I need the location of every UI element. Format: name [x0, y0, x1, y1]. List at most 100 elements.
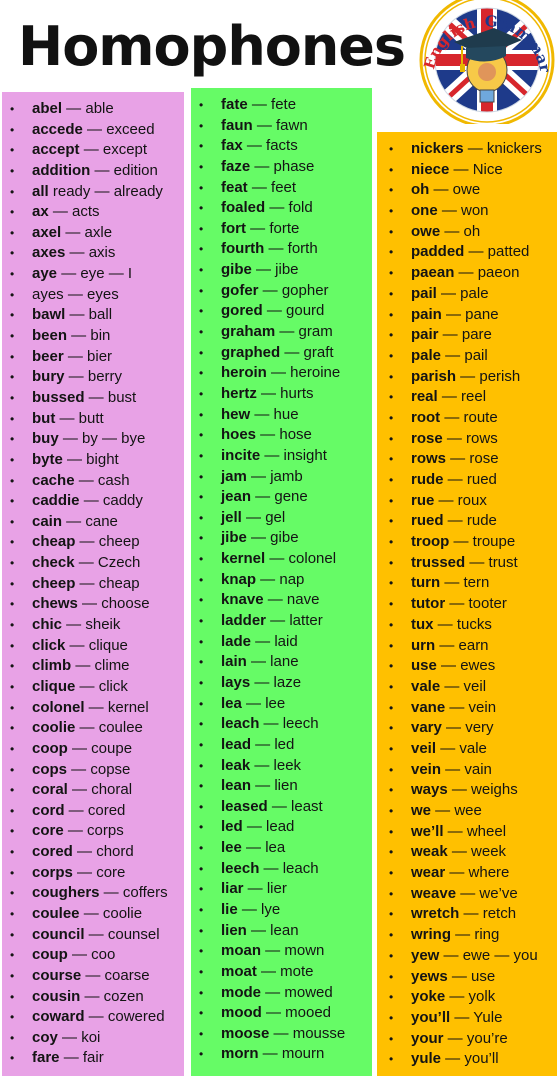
- homophone-word: heroin: [221, 364, 267, 382]
- homophones-column-1: • abel — able • accede — exceed • accept — ex…: [2, 92, 184, 1076]
- homophone-pair: — counsel: [84, 925, 160, 943]
- bullet-icon: •: [10, 906, 15, 921]
- homophone-word: lea: [221, 694, 242, 712]
- homophone-pair: — caddy: [79, 492, 143, 510]
- homophone-word: lean: [221, 777, 252, 795]
- homophone-word: beer: [32, 347, 64, 365]
- bullet-icon: •: [389, 762, 394, 777]
- homophone-item: • yule — you’ll: [377, 1049, 557, 1070]
- homophone-item: • parish — perish: [377, 367, 557, 388]
- homophone-item: • knap — nap: [191, 570, 372, 591]
- homophone-word: your: [411, 1029, 444, 1047]
- homophone-word: coral: [32, 781, 68, 799]
- homophone-item: • coulee — coolie: [2, 904, 184, 925]
- bullet-icon: •: [10, 762, 15, 777]
- bullet-icon: •: [199, 593, 204, 608]
- bullet-icon: •: [199, 902, 204, 917]
- bullet-icon: •: [10, 721, 15, 736]
- homophone-item: • wring — ring: [377, 925, 557, 946]
- homophone-item: • troop — troupe: [377, 532, 557, 553]
- bullet-icon: •: [199, 923, 204, 938]
- homophone-item: • all ready — already: [2, 182, 184, 203]
- homophone-word: faun: [221, 116, 253, 134]
- homophone-item: • we — wee: [377, 801, 557, 822]
- homophone-item: • wear — where: [377, 863, 557, 884]
- homophone-pair: — lea: [241, 839, 286, 857]
- homophone-pair: — pane: [441, 305, 499, 323]
- homophone-word: vein: [411, 760, 442, 778]
- homophone-word: veil: [411, 739, 437, 757]
- homophone-word: axes: [32, 244, 66, 262]
- homophone-pair: — edition: [90, 161, 158, 179]
- bullet-icon: •: [389, 783, 394, 798]
- homophone-item: • lean — lien: [191, 776, 372, 797]
- bullet-icon: •: [389, 659, 394, 674]
- homophone-word: urn: [411, 636, 436, 654]
- homophone-pair: — trust: [465, 553, 518, 571]
- bullet-icon: •: [389, 741, 394, 756]
- homophone-pair: — clime: [71, 657, 130, 675]
- homophone-word: lain: [221, 653, 247, 671]
- homophone-item: • clique — click: [2, 677, 184, 698]
- homophone-word: rue: [411, 491, 435, 509]
- bullet-icon: •: [389, 1052, 394, 1067]
- homophone-word: cord: [32, 801, 65, 819]
- homophone-item: • moan — mown: [191, 941, 372, 962]
- homophone-pair: — fold: [265, 199, 313, 217]
- homophone-item: • weak — week: [377, 842, 557, 863]
- bullet-icon: •: [389, 328, 394, 343]
- homophone-word: coulee: [32, 904, 80, 922]
- homophone-item: • core — corps: [2, 821, 184, 842]
- homophone-pair: — mowed: [261, 983, 333, 1001]
- homophone-pair: — tern: [440, 574, 490, 592]
- homophone-item: • lee — lea: [191, 838, 372, 859]
- homophone-pair: — cane: [62, 512, 118, 530]
- homophone-word: accept: [32, 141, 80, 159]
- homophone-pair: — mousse: [269, 1024, 346, 1042]
- homophone-pair: — mote: [256, 962, 314, 980]
- homophone-item: • hertz — hurts: [191, 384, 372, 405]
- homophone-item: • ways — weighs: [377, 780, 557, 801]
- homophone-word: chews: [32, 595, 78, 613]
- homophone-item: • rose — rows: [377, 429, 557, 450]
- homophone-pair: — vale: [436, 739, 487, 757]
- homophone-item: • hew — hue: [191, 405, 372, 426]
- homophone-pair: — nave: [263, 591, 320, 609]
- homophone-pair: — reel: [437, 388, 487, 406]
- bullet-icon: •: [199, 428, 204, 443]
- homophone-item: • rude — rued: [377, 470, 557, 491]
- homophone-pair: — you’re: [443, 1029, 508, 1047]
- homophone-word: caddie: [32, 492, 80, 510]
- homophone-item: • accede — exceed: [2, 120, 184, 141]
- homophone-word: yew: [411, 946, 440, 964]
- bullet-icon: •: [199, 737, 204, 752]
- homophone-pair: — wee: [431, 802, 482, 819]
- bullet-icon: •: [10, 576, 15, 591]
- homophone-item: • rue — roux: [377, 491, 557, 512]
- homophone-pair: — exceed: [82, 120, 155, 138]
- homophone-pair: — mourn: [258, 1045, 325, 1063]
- homophone-word: vary: [411, 719, 442, 737]
- homophone-pair: — click: [75, 677, 128, 695]
- bullet-icon: •: [10, 287, 15, 302]
- bullet-icon: •: [10, 968, 15, 983]
- homophone-item: • coward — cowered: [2, 1007, 184, 1028]
- homophone-pair: — except: [79, 141, 148, 159]
- homophone-word: pail: [411, 284, 437, 302]
- homophone-item: • yews — use: [377, 967, 557, 988]
- bullet-icon: •: [199, 304, 204, 319]
- homophone-word: addition: [32, 161, 91, 179]
- homophone-pair: — choose: [77, 595, 150, 613]
- homophone-item: • real — reel: [377, 387, 557, 408]
- homophone-pair: — gopher: [258, 281, 329, 299]
- bullet-icon: •: [389, 410, 394, 425]
- homophone-item: • bussed — bust: [2, 388, 184, 409]
- homophone-pair: — coulee: [75, 719, 143, 737]
- homophone-pair: — by — bye: [58, 430, 146, 448]
- homophone-word: gored: [221, 302, 263, 320]
- homophone-pair: — gram: [275, 323, 333, 341]
- homophone-word: led: [221, 818, 243, 836]
- homophone-item: • oh — owe: [377, 180, 557, 201]
- homophone-pair: — pare: [438, 326, 492, 344]
- homophone-pair: — retch: [459, 905, 517, 923]
